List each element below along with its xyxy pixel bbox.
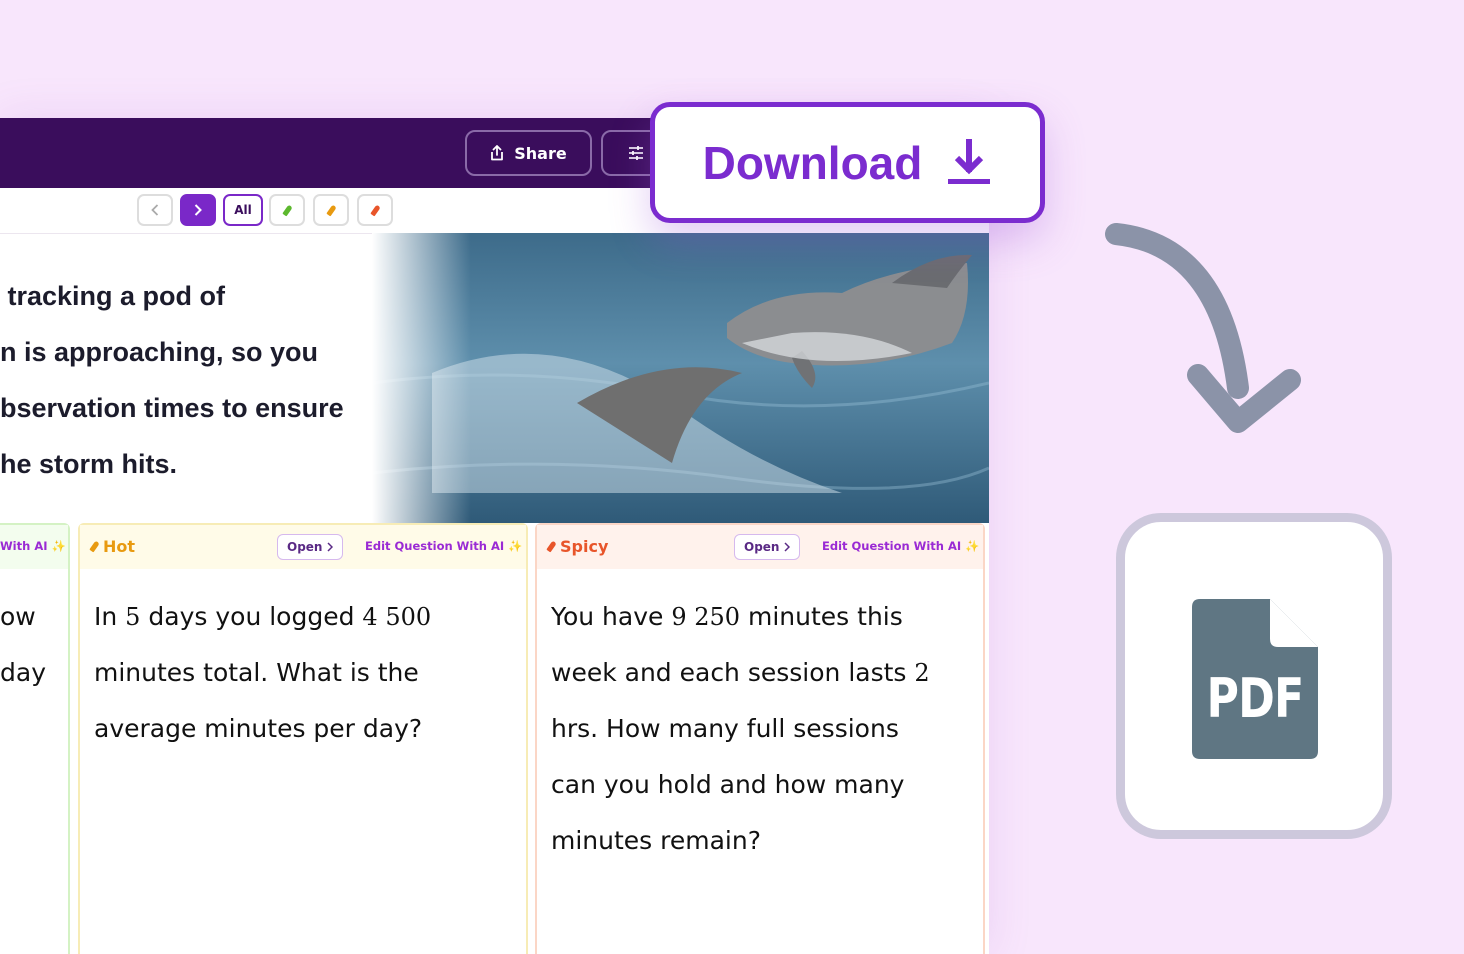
chili-pepper-icon (281, 204, 293, 216)
prompt-line: bservation times to ensure (0, 393, 344, 423)
chili-pepper-icon (546, 540, 557, 553)
question-line: minutes total. What is the (94, 658, 419, 687)
curved-arrow-icon (1105, 223, 1301, 433)
level-label: Spicy (546, 537, 609, 556)
edit-with-ai-button[interactable]: Edit Question With AI ✨ (365, 539, 523, 553)
sliders-icon (629, 146, 643, 160)
share-button[interactable]: Share (465, 130, 592, 176)
open-label: Open (744, 540, 780, 554)
question-card-spicy: Spicy Open Edit Question With AI ✨ You h… (535, 523, 985, 954)
dolphin-photo (372, 233, 989, 523)
level-label: Hot (89, 537, 136, 556)
question-line: week and each session lasts 2 (551, 645, 973, 701)
pdf-label: PDF (1206, 667, 1304, 730)
level-name: Spicy (560, 537, 609, 556)
question-line: hrs. How many full sessions (551, 714, 899, 743)
filter-spicy-button[interactable] (357, 194, 393, 226)
download-icon (948, 138, 991, 184)
text-run: days you logged (140, 602, 363, 631)
question-text: In 5 days you logged 4 500 minutes total.… (94, 589, 516, 757)
sparkle-icon: ✨ (51, 539, 66, 553)
question-line: can you hold and how many (551, 770, 905, 799)
question-text: ow day (0, 589, 58, 701)
open-button[interactable]: Open (277, 534, 344, 560)
card-header: With AI ✨ (0, 525, 68, 569)
question-line: You have 9 250 minutes this (551, 589, 973, 645)
chili-pepper-icon (325, 204, 337, 216)
edit-with-ai-button[interactable]: With AI ✨ (0, 539, 66, 553)
text-run: You have (551, 602, 672, 631)
chili-pepper-icon (89, 540, 100, 553)
previous-button[interactable] (137, 194, 173, 226)
math-number: 9 250 (671, 603, 741, 631)
prompt-line: n is approaching, so you (0, 337, 319, 367)
chevron-right-icon (194, 204, 202, 216)
share-label: Share (514, 143, 567, 163)
card-header: Hot Open Edit Question With AI ✨ (80, 525, 526, 569)
next-button[interactable] (180, 194, 216, 226)
edit-with-ai-label: Edit Question With AI (365, 539, 505, 553)
math-number: 5 (125, 603, 141, 631)
edit-with-ai-button[interactable]: Edit Question With AI ✨ (822, 539, 980, 553)
sparkle-icon: ✨ (965, 539, 980, 553)
filter-all-button[interactable]: All (223, 194, 263, 226)
math-number: 2 (914, 659, 930, 687)
chevron-right-icon (327, 542, 334, 552)
card-header: Spicy Open Edit Question With AI ✨ (537, 525, 983, 569)
prompt-line: tracking a pod of (0, 281, 226, 311)
download-label: Download (702, 136, 923, 189)
share-icon (491, 145, 504, 161)
question-card-hot: Hot Open Edit Question With AI ✨ In 5 da… (78, 523, 528, 954)
question-text: You have 9 250 minutes this week and each… (551, 589, 973, 869)
text-run: In (94, 602, 126, 631)
chevron-left-icon (151, 204, 159, 216)
question-card-mild: With AI ✨ ow day (0, 523, 70, 954)
edit-with-ai-label: With AI (0, 539, 48, 553)
download-button[interactable]: Download (650, 102, 1045, 223)
filter-mild-button[interactable] (269, 194, 305, 226)
chevron-right-icon (784, 542, 791, 552)
edit-with-ai-label: Edit Question With AI (822, 539, 962, 553)
filter-hot-button[interactable] (313, 194, 349, 226)
math-number: 4 500 (362, 603, 432, 631)
question-line: In 5 days you logged 4 500 (94, 589, 516, 645)
pdf-file-tile: PDF (1116, 513, 1392, 839)
question-line: ow (0, 602, 36, 631)
open-button[interactable]: Open (734, 534, 801, 560)
chili-pepper-icon (369, 204, 381, 216)
level-name: Hot (103, 537, 136, 556)
question-line: average minutes per day? (94, 714, 423, 743)
text-run: week and each session lasts (551, 658, 915, 687)
text-run: minutes this (740, 602, 903, 631)
sparkle-icon: ✨ (508, 539, 523, 553)
worksheet-app-window: Share All tracking a pod of n is approac… (0, 118, 989, 954)
story-prompt: tracking a pod of n is approaching, so yo… (0, 268, 380, 492)
prompt-line: he storm hits. (0, 449, 178, 479)
open-label: Open (287, 540, 323, 554)
question-line: day (0, 658, 46, 687)
question-line: minutes remain? (551, 826, 761, 855)
